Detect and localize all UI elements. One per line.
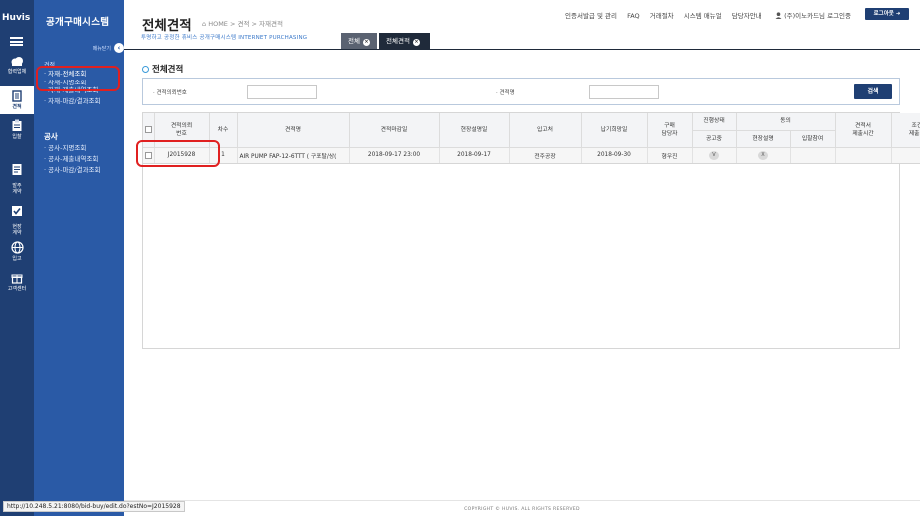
system-title: 공개구매시스템	[46, 17, 110, 28]
header-delivery: 납기희망일	[581, 113, 648, 148]
cell-site-briefing: 2018-09-17	[439, 147, 510, 164]
close-icon[interactable]: ×	[412, 39, 420, 46]
rail-label-bid: 입찰	[12, 134, 22, 140]
tab-all-label: 전체	[348, 37, 360, 45]
rail-item-receiving[interactable]: 입고	[0, 241, 34, 267]
header-status: 진행상태	[692, 113, 737, 131]
rail-label-customer-center: 고객센터	[7, 286, 27, 292]
rail-item-customer-center[interactable]: 고객센터	[0, 272, 34, 300]
sidebar-group-construction: 공사	[44, 132, 58, 141]
header-site-desc: 현장설명	[736, 130, 791, 148]
header-terms-submit: 조건표 제출시간	[891, 113, 920, 148]
breadcrumb: ⌂ HOME > 견적 > 자재견적	[202, 20, 283, 28]
rail-item-order[interactable]: 발주 계약	[0, 157, 34, 195]
sidebar-item-construction-closed[interactable]: · 공사-마감/결과조회	[44, 165, 101, 176]
tab-all[interactable]: 전체 ×	[341, 33, 377, 49]
rail-item-bid[interactable]: 입찰	[0, 119, 34, 147]
contract-icon	[12, 164, 22, 175]
header-announce: 공고중	[692, 130, 737, 148]
search-button[interactable]: 검색	[854, 84, 892, 99]
header-name: 견적명	[237, 113, 350, 148]
rail-label-partners: 협력업체	[7, 69, 27, 75]
link-manual[interactable]: 시스템 매뉴얼	[684, 12, 722, 20]
cell-name[interactable]: AIR PUMP FAP-12-6TTT ( 구포탈/상(	[237, 147, 350, 164]
check-icon	[12, 206, 22, 216]
link-certificate[interactable]: 인증서발급 및 관리	[565, 12, 617, 20]
table-row[interactable]: J2015928 1 AIR PUMP FAP-12-6TTT ( 구포탈/상(…	[143, 147, 920, 164]
section-title-text: 전체견적	[152, 65, 184, 75]
cell-estimate-submit	[835, 147, 892, 164]
header-warehouse: 입고처	[509, 113, 582, 148]
select-all-checkbox[interactable]	[144, 125, 152, 133]
rail-item-estimate[interactable]: 견적	[0, 86, 34, 114]
estimate-name-input[interactable]	[589, 85, 659, 99]
request-no-label: · 견적의뢰번호	[153, 90, 187, 96]
tab-all-estimate-label: 전체견적	[386, 37, 410, 45]
top-links: 인증서발급 및 관리 FAQ 거래절차 시스템 매뉴얼 담당자안내	[565, 10, 770, 20]
cell-bid-join	[790, 147, 836, 164]
page-subtitle: 투명하고 공정한 휴비스 공개구매시스템 INTERNET PURCHASING	[141, 35, 308, 41]
huvis-logo: Huvis	[2, 13, 31, 23]
menu-collapse-label: 메뉴닫기	[92, 46, 111, 52]
status-badge: V	[709, 150, 719, 160]
cell-announce: V	[692, 147, 737, 164]
clipboard-icon	[12, 119, 22, 131]
link-contact[interactable]: 담당자안내	[732, 12, 762, 20]
section-title: 전체견적	[142, 63, 183, 75]
estimate-name-label: · 견적명	[496, 90, 515, 96]
request-no-input[interactable]	[247, 85, 317, 99]
rail-item-site-contract[interactable]: 현장 계약	[0, 199, 34, 236]
user-name: (주)이노카드님 로그인중	[784, 12, 852, 20]
cell-deadline: 2018-09-17 23:00	[349, 147, 440, 164]
cell-warehouse: 전주공장	[509, 147, 582, 164]
page-title: 전체견적	[142, 18, 192, 34]
gift-icon	[11, 274, 23, 284]
sidebar-item-material-closed[interactable]: · 자재-마감/결과조회	[44, 96, 101, 107]
status-bar-url: http://10.248.5.21:8080/bid-buy/edit.do?…	[3, 501, 185, 512]
logout-button[interactable]: 로그아웃 ➜	[865, 8, 909, 20]
header-deadline: 견적마감일	[349, 113, 440, 148]
tab-all-estimate[interactable]: 전체견적 ×	[379, 33, 430, 49]
rail-item-partners[interactable]: 협력업체	[0, 56, 34, 84]
highlight-annotation	[136, 140, 220, 167]
rail-label-estimate: 견적	[12, 104, 22, 110]
rail-label-receiving: 입고	[12, 256, 22, 262]
cell-site-desc: X	[736, 147, 791, 164]
icon-rail: Huvis 협력업체 견적 입찰 발주 계약 현장 계약 입고 고객센터	[0, 0, 34, 516]
rail-label-site-contract: 현장 계약	[12, 224, 22, 236]
cell-terms-submit	[891, 147, 920, 164]
cloud-icon	[11, 57, 23, 66]
header-estimate-submit: 견적서 제출시간	[835, 113, 892, 148]
header-site-briefing: 현장설명일	[439, 113, 510, 148]
link-faq[interactable]: FAQ	[627, 12, 640, 20]
link-procedure[interactable]: 거래절차	[650, 12, 674, 20]
footer-copyright: COPYRIGHT © HUVIS. ALL RIGHTS RESERVED	[124, 500, 920, 516]
tab-divider	[124, 49, 920, 50]
cell-delivery: 2018-09-30	[581, 147, 648, 164]
user-icon	[775, 12, 782, 19]
status-badge: X	[758, 150, 768, 160]
estimate-table: 견적의뢰 번호 차수 견적명 견적마감일 현장설명일 입고처 납기희망일 구매 …	[142, 112, 920, 349]
header-agree: 동의	[736, 113, 836, 131]
header-buyer: 구매 담당자	[647, 113, 693, 148]
chevron-left-icon: ‹	[114, 43, 124, 53]
rail-label-order: 발주 계약	[12, 183, 22, 195]
search-panel: · 견적의뢰번호 · 견적명 검색	[142, 78, 900, 105]
cell-buyer: 형우진	[647, 147, 693, 164]
ring-icon	[142, 66, 149, 73]
close-icon[interactable]: ×	[362, 39, 370, 46]
document-icon	[12, 90, 22, 102]
globe-icon	[10, 241, 24, 254]
sidebar-item-construction-submitted[interactable]: · 공사-제출내역조회	[44, 154, 101, 165]
sidebar-item-construction-designated[interactable]: · 공사-지명조회	[44, 143, 101, 154]
hamburger-menu-icon[interactable]	[10, 37, 23, 46]
user-info: (주)이노카드님 로그인중	[775, 10, 851, 20]
menu-collapse-button[interactable]: 메뉴닫기 ‹	[93, 43, 124, 53]
sidebar-menu-construction: · 공사-지명조회 · 공사-제출내역조회 · 공사-마감/결과조회	[44, 143, 101, 176]
highlight-annotation	[36, 66, 120, 91]
header-bid-join: 입찰참여	[790, 130, 836, 148]
